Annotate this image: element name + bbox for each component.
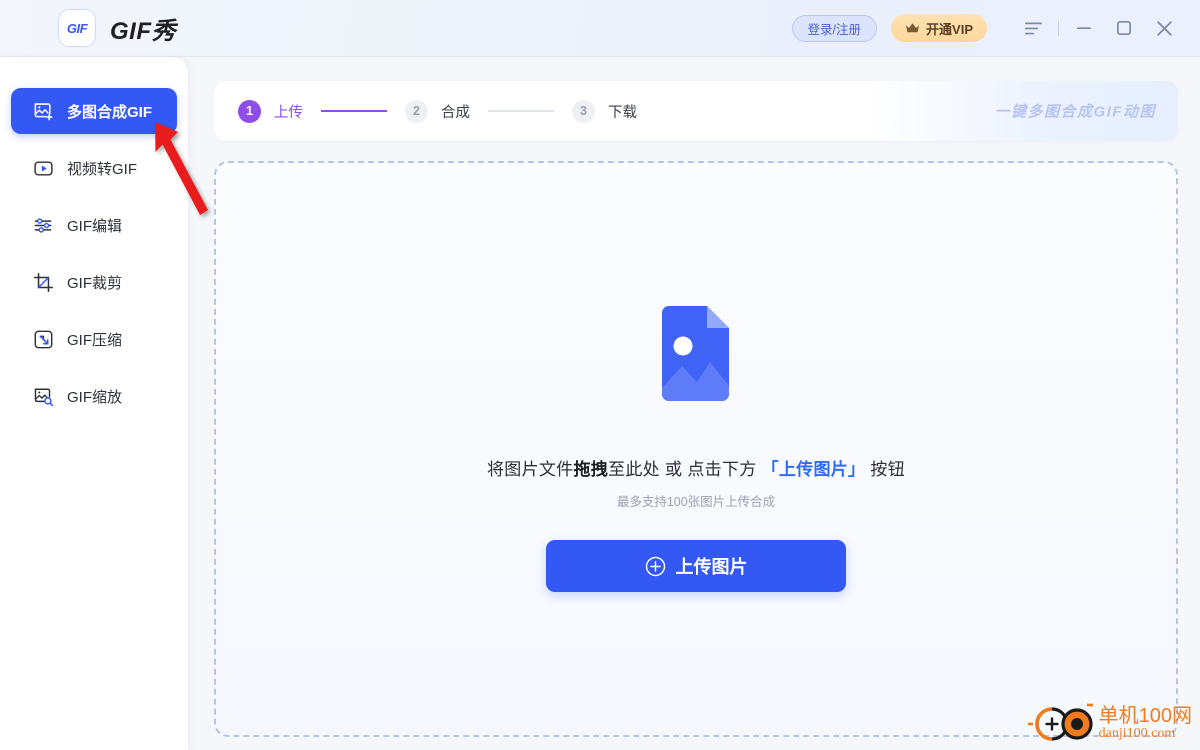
dropzone-instruction: 将图片文件拖拽至此处 或 点击下方 「上传图片」 按钮 — [487, 455, 905, 480]
step-compose[interactable]: 2 合成 — [405, 99, 470, 123]
sidebar-item-multi-image-to-gif[interactable]: 多图合成GIF — [11, 88, 177, 134]
maximize-icon[interactable] — [1104, 11, 1144, 45]
app-window: GIF GIF秀 登录/注册 开通VIP 多图合成GIF 视频转GIF GIF编… — [0, 0, 1200, 750]
step-label: 合成 — [441, 104, 470, 121]
step-download[interactable]: 3 下载 — [572, 99, 637, 123]
sidebar-item-video-to-gif[interactable]: 视频转GIF — [11, 145, 177, 191]
watermark-logo-icon — [1027, 703, 1093, 741]
plus-circle-icon — [645, 556, 665, 576]
video-play-icon — [33, 158, 54, 179]
image-file-placeholder-icon — [657, 306, 735, 413]
sidebar-item-label: GIF编辑 — [67, 217, 122, 235]
image-plus-icon — [33, 101, 54, 122]
app-title: GIF秀 — [110, 17, 176, 45]
logo-badge-icon: GIF — [58, 9, 96, 47]
watermark: 单机100网 danji100.com — [1025, 702, 1192, 746]
step-connector-1 — [321, 110, 387, 112]
open-vip-button[interactable]: 开通VIP — [891, 14, 987, 42]
compress-arrow-icon — [33, 329, 54, 350]
close-icon[interactable] — [1144, 11, 1184, 45]
step-connector-2 — [488, 110, 554, 112]
step-upload[interactable]: 1 上传 — [238, 99, 303, 123]
hamburger-menu-icon[interactable] — [1013, 11, 1053, 45]
step-indicator-card: 1 上传 2 合成 3 下载 一键多图合成GIF动图 — [214, 81, 1178, 141]
watermark-text: 单机100网 danji100.com — [1099, 706, 1192, 742]
dz-bold-drag: 拖拽 — [573, 460, 609, 479]
titlebar-divider — [1058, 20, 1059, 36]
crown-icon — [906, 23, 919, 33]
minimize-icon[interactable] — [1064, 11, 1104, 45]
dz-middle: 至此处 或 点击下方 — [608, 460, 757, 479]
step-label: 下载 — [608, 104, 637, 121]
logo-mark-text: GIF — [66, 20, 88, 36]
dz-suffix: 按钮 — [870, 460, 906, 479]
app-logo: GIF GIF秀 — [58, 9, 176, 47]
sidebar-item-label: 视频转GIF — [67, 160, 137, 178]
sliders-icon — [33, 215, 54, 236]
sidebar-item-label: GIF裁剪 — [67, 274, 122, 292]
sidebar-item-label: GIF缩放 — [67, 388, 122, 406]
watermark-en: danji100.com — [1098, 726, 1176, 742]
titlebar-actions: 登录/注册 开通VIP — [791, 11, 1184, 45]
window-controls — [1013, 11, 1184, 45]
dropzone-limit-note: 最多支持100张图片上传合成 — [616, 495, 776, 509]
sidebar-item-gif-resize[interactable]: GIF缩放 — [11, 373, 177, 419]
image-zoom-icon — [33, 386, 54, 407]
upload-image-label: 上传图片 — [675, 557, 748, 577]
sidebar-item-gif-edit[interactable]: GIF编辑 — [11, 202, 177, 248]
open-vip-label: 开通VIP — [926, 21, 973, 37]
crop-icon — [33, 272, 54, 293]
banner-slogan: 一键多图合成GIF动图 — [994, 103, 1156, 121]
sidebar-item-label: 多图合成GIF — [67, 103, 152, 121]
dz-highlight-upload: 「上传图片」 — [761, 460, 866, 479]
watermark-cn: 单机100网 — [1098, 705, 1192, 728]
upload-image-button[interactable]: 上传图片 — [546, 540, 846, 592]
login-register-button[interactable]: 登录/注册 — [791, 14, 878, 42]
dz-prefix: 将图片文件 — [486, 460, 574, 479]
main-content: 1 上传 2 合成 3 下载 一键多图合成GIF动图 将图片文件拖拽至此处 或 … — [188, 57, 1200, 750]
file-dropzone[interactable]: 将图片文件拖拽至此处 或 点击下方 「上传图片」 按钮 最多支持100张图片上传… — [214, 161, 1178, 737]
step-number: 1 — [238, 99, 261, 123]
step-number: 2 — [405, 99, 428, 123]
sidebar-item-gif-crop[interactable]: GIF裁剪 — [11, 259, 177, 305]
title-bar: GIF GIF秀 登录/注册 开通VIP — [0, 0, 1200, 57]
sidebar-item-label: GIF压缩 — [67, 331, 122, 349]
step-label: 上传 — [274, 104, 303, 121]
sidebar-nav: 多图合成GIF 视频转GIF GIF编辑 GIF裁剪 GIF压缩 GIF缩放 — [0, 57, 188, 750]
sidebar-item-gif-compress[interactable]: GIF压缩 — [11, 316, 177, 362]
step-number: 3 — [572, 99, 595, 123]
